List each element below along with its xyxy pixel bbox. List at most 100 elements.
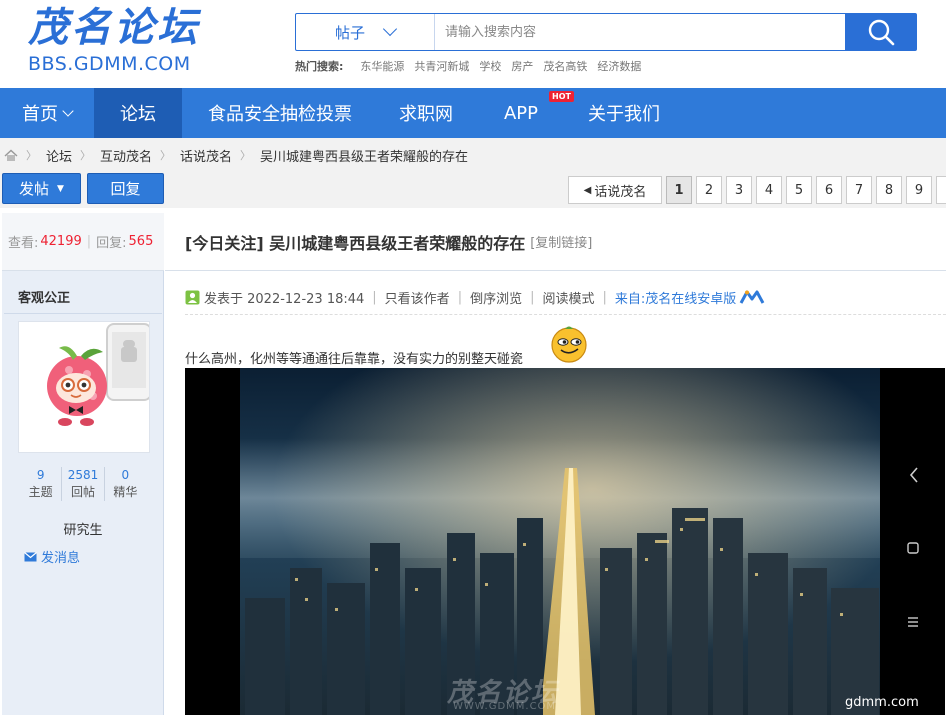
photo-watermark-url: WWW.GDMM.COM (453, 701, 557, 712)
nav-home-label: 首页 (22, 104, 58, 125)
page-button[interactable]: 9 (906, 176, 932, 204)
nav-jobs-label: 求职网 (399, 104, 453, 125)
page-button[interactable]: 8 (876, 176, 902, 204)
chevron-left-icon: ◀ (583, 184, 592, 196)
views-label: 查看: (8, 236, 39, 251)
nav-jobs[interactable]: 求职网 (378, 88, 474, 138)
page-button[interactable]: 7 (846, 176, 872, 204)
thread-stats: 查看: 42199 | 回复: 565 (2, 213, 164, 271)
page-button[interactable]: 5 (786, 176, 812, 204)
stats-divider: | (86, 234, 92, 249)
meta-divider: | (372, 290, 377, 305)
search-type-label: 帖子 (334, 23, 365, 42)
search-button[interactable] (845, 14, 916, 50)
replies-count: 565 (128, 234, 154, 249)
app-logo-icon (739, 290, 765, 304)
breadcrumb-item[interactable]: 互动茂名 (100, 146, 152, 165)
hot-search-link[interactable]: 东华能源 (360, 58, 404, 74)
breadcrumb-item[interactable]: 论坛 (46, 146, 72, 165)
envelope-icon (24, 551, 37, 561)
thread-title-bar: [今日关注] 吴川城建粤西县级王者荣耀般的存在 [复制链接] (165, 213, 946, 271)
site-logo[interactable]: 茂名论坛 BBS.GDMM.COM (28, 6, 228, 78)
page-button[interactable]: 6 (816, 176, 842, 204)
page-button[interactable]: 1 (936, 176, 946, 204)
source-link[interactable]: 来自:茂名在线安卓版 (615, 288, 736, 307)
send-message-label: 发消息 (41, 551, 81, 566)
nav-about-label: 关于我们 (588, 104, 660, 125)
logo-domain: BBS.GDMM.COM (28, 53, 191, 75)
divider (185, 314, 946, 315)
nav-forum[interactable]: 论坛 (94, 88, 182, 138)
breadcrumb-current[interactable]: 吴川城建粤西县级王者荣耀般的存在 (260, 146, 468, 165)
search-icon (868, 19, 894, 46)
hot-search: 热门搜索: 东华能源 共青河新城 学校 房产 茂名高铁 经济数据 (295, 58, 651, 74)
search-type-select[interactable]: 帖子 (296, 14, 435, 50)
nav-app-label: APP (503, 102, 539, 124)
hot-search-label: 热门搜索: (295, 60, 344, 73)
post-photo[interactable]: 茂名论坛 WWW.GDMM.COM gdmm.com (185, 368, 945, 715)
page-button[interactable]: 4 (756, 176, 782, 204)
pagination: ◀ 话说茂名 1 2 3 4 5 6 7 8 9 1 (568, 176, 946, 204)
read-mode-link[interactable]: 阅读模式 (542, 288, 594, 307)
stat-replies-value: 2581 (67, 468, 99, 482)
hot-search-link[interactable]: 学校 (479, 58, 501, 74)
new-post-button[interactable]: 发帖 ▼ (2, 173, 81, 204)
search-input[interactable] (436, 14, 846, 50)
search-bar: 帖子 (295, 13, 917, 51)
stat-replies-label: 回帖 (70, 485, 95, 499)
avatar-mascot-image (19, 322, 149, 452)
reverse-order-link[interactable]: 倒序浏览 (470, 288, 522, 307)
hot-search-link[interactable]: 经济数据 (597, 58, 641, 74)
author-only-link[interactable]: 只看该作者 (385, 288, 450, 307)
reply-button[interactable]: 回复 (87, 173, 164, 204)
breadcrumb-item[interactable]: 话说茂名 (180, 146, 232, 165)
breadcrumb: 〉 论坛 〉 互动茂名 〉 话说茂名 〉 吴川城建粤西县级王者荣耀般的存在 (0, 138, 946, 172)
thread-title: [今日关注] 吴川城建粤西县级王者荣耀般的存在 (185, 233, 526, 253)
action-bar: 发帖 ▼ 回复 ◀ 话说茂名 1 2 3 4 5 6 7 8 9 1 (0, 172, 946, 208)
night-city-photo (240, 368, 945, 715)
chevron-down-icon (382, 21, 398, 37)
author-name[interactable]: 客观公正 (18, 287, 70, 306)
author-sidebar: 查看: 42199 | 回复: 565 客观公正 9 主题 2581 回帖 0 … (2, 213, 164, 715)
meta-divider: | (457, 290, 463, 305)
home-icon[interactable] (4, 149, 18, 162)
post-meta: 发表于 2022-12-23 18:44 | 只看该作者 | 倒序浏览 | 阅读… (185, 288, 765, 307)
send-message-link[interactable]: 发消息 (24, 547, 80, 566)
replies-label: 回复: (96, 236, 127, 251)
hot-search-link[interactable]: 共青河新城 (414, 58, 469, 74)
reply-label: 回复 (110, 180, 141, 198)
copy-link-button[interactable]: [复制链接] (530, 232, 592, 251)
post-time: 发表于 2022-12-23 18:44 (204, 292, 365, 307)
nav-food-vote[interactable]: 食品安全抽检投票 (182, 88, 378, 138)
new-post-label: 发帖 (19, 180, 50, 198)
stat-topics-label: 主题 (28, 485, 53, 499)
header: 茂名论坛 BBS.GDMM.COM 帖子 热门搜索: 东华能源 共青河新城 学校… (0, 0, 946, 88)
nav-food-vote-label: 食品安全抽检投票 (208, 104, 352, 125)
breadcrumb-separator: 〉 (240, 149, 252, 162)
nav-home[interactable]: 首页 (0, 88, 94, 138)
smiley-emoji-icon (551, 326, 587, 363)
stat-essence[interactable]: 0 精华 (103, 467, 146, 501)
page-button[interactable]: 2 (696, 176, 722, 204)
stat-topics-value: 9 (36, 468, 45, 482)
caret-down-icon: ▼ (57, 183, 64, 194)
breadcrumb-separator: 〉 (160, 149, 172, 162)
divider (4, 313, 162, 314)
post-text: 什么高州，化州等等通通往后靠靠，没有实力的别整天碰瓷 (185, 352, 524, 367)
logo-text: 茂名论坛 (28, 5, 200, 51)
author-stats: 9 主题 2581 回帖 0 精华 (20, 467, 146, 501)
nav-forum-label: 论坛 (120, 104, 156, 125)
views-count: 42199 (40, 234, 82, 249)
stat-replies[interactable]: 2581 回帖 (61, 467, 103, 501)
hot-search-link[interactable]: 茂名高铁 (543, 58, 587, 74)
nav-about[interactable]: 关于我们 (568, 88, 680, 138)
avatar[interactable] (18, 321, 150, 453)
nav-app[interactable]: APP HOT (474, 88, 574, 138)
breadcrumb-separator: 〉 (26, 149, 37, 162)
hot-search-link[interactable]: 房产 (511, 58, 533, 74)
page-button[interactable]: 1 (666, 176, 692, 204)
stat-topics[interactable]: 9 主题 (20, 467, 61, 501)
page-button[interactable]: 3 (726, 176, 752, 204)
author-rank: 研究生 (63, 523, 103, 538)
pager-back-button[interactable]: ◀ 话说茂名 (568, 176, 662, 204)
